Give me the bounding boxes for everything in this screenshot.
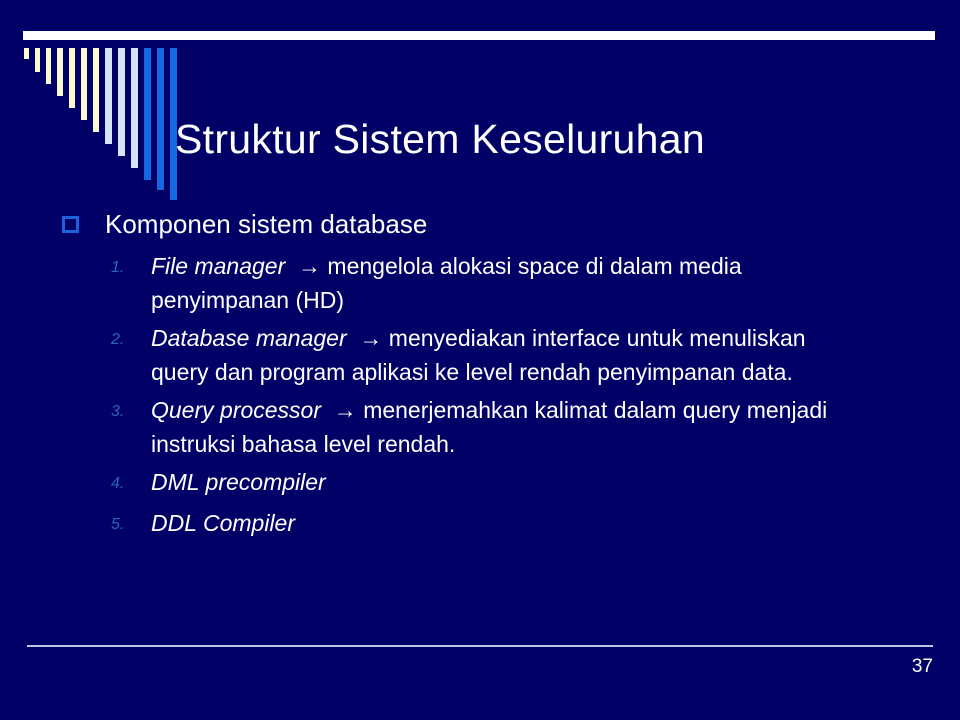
decoration-bar <box>46 48 51 84</box>
decoration-bar <box>105 48 112 144</box>
page-title: Struktur Sistem Keseluruhan <box>175 116 705 163</box>
list-item-text: File manager → mengelola alokasi space d… <box>151 249 851 317</box>
list-item-term: File manager <box>151 253 286 279</box>
list-item-text: DML precompiler <box>151 465 326 499</box>
list-item-term: DDL Compiler <box>151 510 296 536</box>
footer-divider <box>27 645 933 647</box>
decoration-bar <box>144 48 151 180</box>
decoration-bar <box>57 48 63 96</box>
decoration-bar <box>81 48 87 120</box>
decoration-bar <box>93 48 99 132</box>
presentation-slide: Struktur Sistem Keseluruhan Komponen sis… <box>0 0 960 720</box>
decoration-bar <box>24 48 29 59</box>
list-item-marker: 3. <box>111 403 125 420</box>
numbered-list-item: 4. DML precompiler <box>62 465 922 502</box>
right-arrow-icon: → <box>346 325 389 351</box>
right-arrow-icon: → <box>285 253 328 279</box>
list-item-text: Database manager → menyediakan interface… <box>151 321 851 389</box>
list-item-text: Query processor → menerjemahkan kalimat … <box>151 393 851 461</box>
numbered-list-item: 1. File manager → mengelola alokasi space… <box>62 249 922 317</box>
slide-body: Komponen sistem database 1. File manager … <box>62 205 922 547</box>
bullet-item-komponen: Komponen sistem database <box>62 205 922 243</box>
bullet-item-label: Komponen sistem database <box>105 209 428 239</box>
descending-bars-decoration <box>24 48 177 200</box>
numbered-list-item: 5. DDL Compiler <box>62 506 922 543</box>
numbered-list-item: 3. Query processor → menerjemahkan kalima… <box>62 393 922 461</box>
list-item-text: DDL Compiler <box>151 506 295 540</box>
list-item-marker: 4. <box>111 475 125 492</box>
square-bullet-icon <box>62 216 79 233</box>
list-item-term: DML precompiler <box>151 469 326 495</box>
numbered-list-item: 2. Database manager → menyediakan interfa… <box>62 321 922 389</box>
list-item-marker: 1. <box>111 259 125 276</box>
list-item-marker: 5. <box>111 516 125 533</box>
decoration-bar <box>35 48 40 72</box>
top-decorative-rule <box>23 31 935 40</box>
decoration-bar <box>157 48 164 190</box>
decoration-bar <box>69 48 75 108</box>
numbered-list: 1. File manager → mengelola alokasi space… <box>62 249 922 543</box>
right-arrow-icon: → <box>321 397 364 423</box>
list-item-term: Database manager <box>151 325 347 351</box>
page-number: 37 <box>911 656 933 677</box>
decoration-bar <box>118 48 125 156</box>
list-item-term: Query processor <box>151 397 322 423</box>
decoration-bar <box>131 48 138 168</box>
list-item-marker: 2. <box>111 331 125 348</box>
